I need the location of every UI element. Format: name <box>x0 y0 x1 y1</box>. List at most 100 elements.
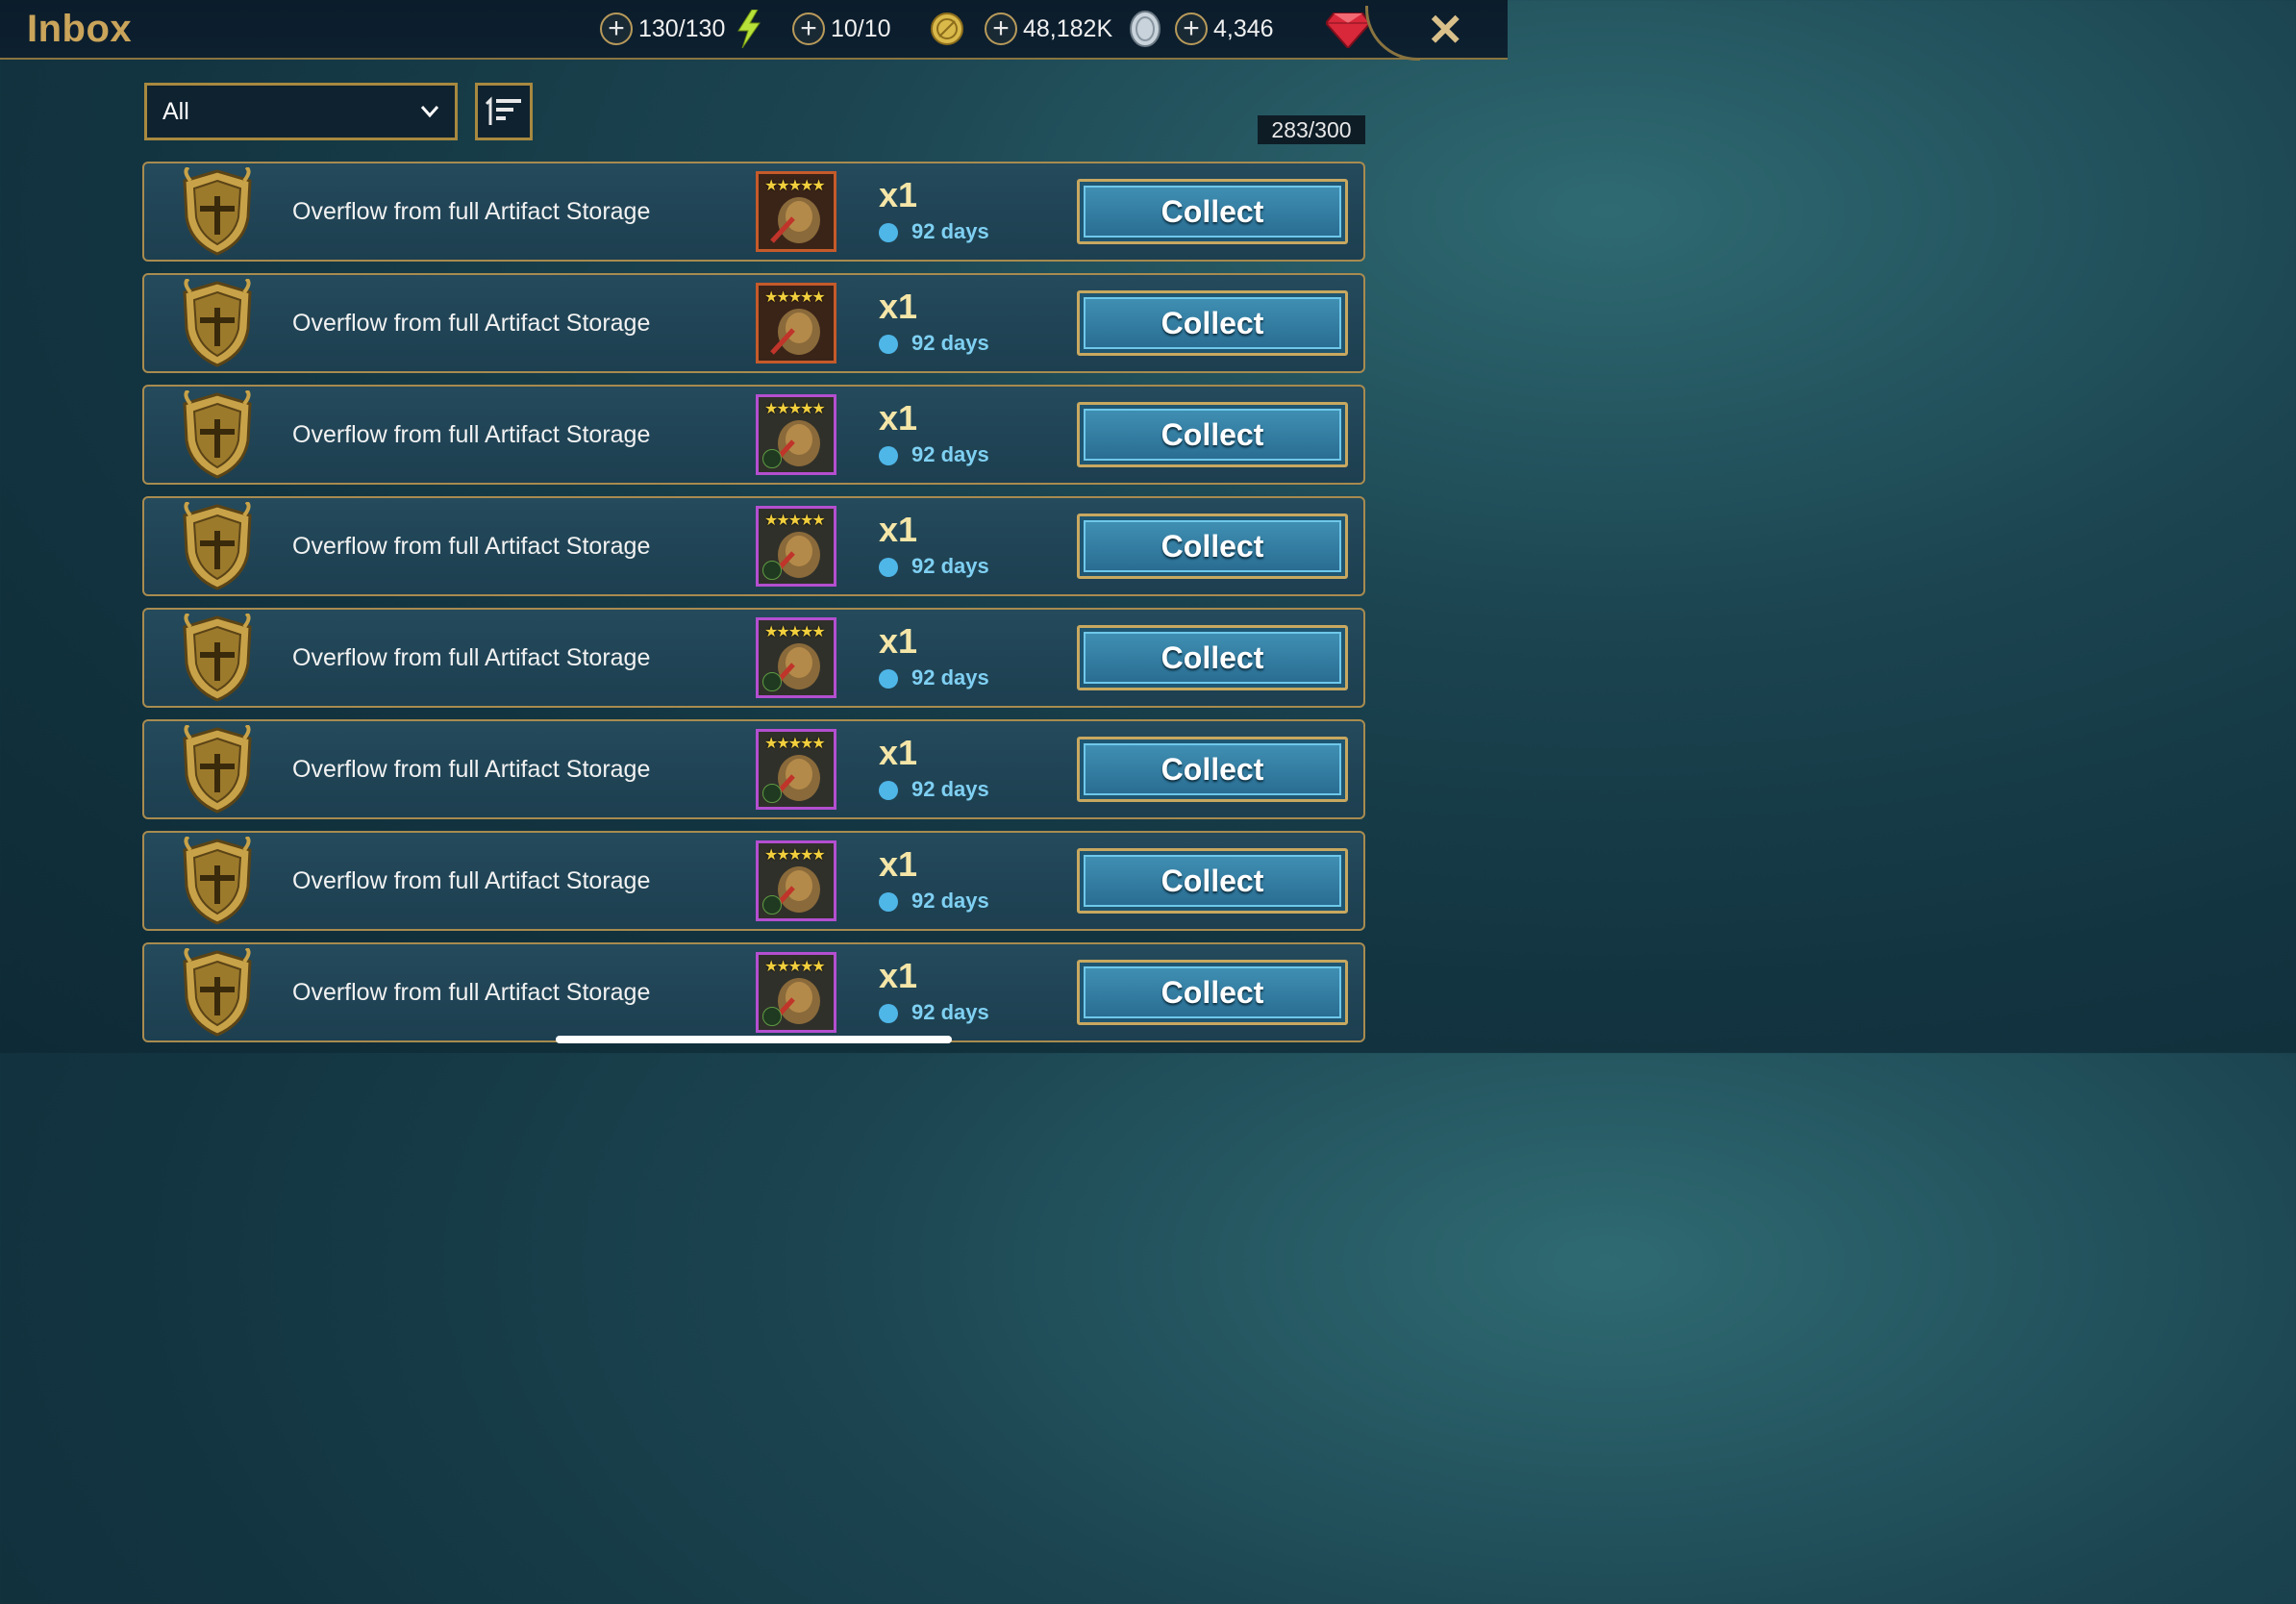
reward-quantity: x1 <box>879 510 918 549</box>
shield-helmet-icon <box>183 279 252 367</box>
add-energy-button[interactable]: + <box>600 13 633 45</box>
expiry-time: 92 days <box>911 554 989 578</box>
artifact-thumbnail[interactable]: ★★★★★ <box>756 394 836 475</box>
page-title: Inbox <box>27 8 133 50</box>
shield-helmet-icon <box>183 390 252 479</box>
artifact-thumbnail[interactable]: ★★★★★ <box>756 729 836 810</box>
arena-tokens-resource[interactable]: + 10/10 <box>792 10 964 48</box>
close-button[interactable]: ✕ <box>1427 4 1464 56</box>
shield-helmet-icon <box>183 948 252 1037</box>
message-row: Overflow from full Artifact Storage ★★★★… <box>142 273 1365 373</box>
artifact-thumbnail[interactable]: ★★★★★ <box>756 617 836 698</box>
message-text: Overflow from full Artifact Storage <box>292 756 651 783</box>
reward-quantity: x1 <box>879 287 918 326</box>
silver-coin-icon <box>1130 11 1161 47</box>
message-row: Overflow from full Artifact Storage ★★★★… <box>142 942 1365 1042</box>
collect-button[interactable]: Collect <box>1077 737 1348 802</box>
shield-helmet-icon <box>183 614 252 702</box>
clock-icon <box>879 223 898 242</box>
clock-icon <box>879 892 898 912</box>
message-row: Overflow from full Artifact Storage ★★★★… <box>142 162 1365 262</box>
clock-icon <box>879 446 898 465</box>
expiry-time: 92 days <box>911 889 989 913</box>
collect-button-label: Collect <box>1084 520 1341 572</box>
sort-button[interactable] <box>475 83 533 140</box>
shield-helmet-icon <box>183 502 252 590</box>
reward-quantity: x1 <box>879 175 918 214</box>
leaf-set-icon <box>762 784 782 803</box>
message-row: Overflow from full Artifact Storage ★★★★… <box>142 496 1365 596</box>
filter-dropdown[interactable]: All <box>144 83 458 140</box>
leaf-set-icon <box>762 672 782 691</box>
top-bar: Inbox + 130/130 + 10/10 + 48,182K + 4,34… <box>0 0 1508 61</box>
message-text: Overflow from full Artifact Storage <box>292 421 651 448</box>
collect-button[interactable]: Collect <box>1077 960 1348 1025</box>
energy-resource[interactable]: + 130/130 <box>600 10 763 48</box>
expiry-time: 92 days <box>911 777 989 801</box>
shield-helmet-icon <box>183 837 252 925</box>
message-text: Overflow from full Artifact Storage <box>292 198 651 225</box>
collect-button[interactable]: Collect <box>1077 179 1348 244</box>
collect-button-label: Collect <box>1084 855 1341 907</box>
shield-helmet-icon <box>183 725 252 814</box>
collect-button-label: Collect <box>1084 743 1341 795</box>
silver-resource[interactable]: + 48,182K <box>985 10 1164 48</box>
message-text: Overflow from full Artifact Storage <box>292 533 651 560</box>
collect-button[interactable]: Collect <box>1077 290 1348 356</box>
shield-helmet-icon <box>183 167 252 256</box>
collect-button[interactable]: Collect <box>1077 514 1348 579</box>
artifact-thumbnail[interactable]: ★★★★★ <box>756 506 836 587</box>
header-ornament <box>1365 6 1420 61</box>
reward-quantity: x1 <box>879 398 918 438</box>
clock-icon <box>879 335 898 354</box>
artifact-thumbnail[interactable]: ★★★★★ <box>756 283 836 363</box>
collect-button-label: Collect <box>1084 297 1341 349</box>
arena-tokens-value: 10/10 <box>831 14 891 42</box>
artifact-stars: ★★★★★ <box>764 736 826 752</box>
sort-icon <box>485 96 521 125</box>
artifact-stars: ★★★★★ <box>764 624 826 640</box>
artifact-stars: ★★★★★ <box>764 847 826 864</box>
lightning-icon <box>737 10 761 48</box>
expiry-time: 92 days <box>911 331 989 355</box>
collect-button[interactable]: Collect <box>1077 402 1348 467</box>
add-gems-button[interactable]: + <box>1175 13 1208 45</box>
artifact-stars: ★★★★★ <box>764 289 826 306</box>
collect-button-label: Collect <box>1084 966 1341 1018</box>
clock-icon <box>879 669 898 689</box>
reward-quantity: x1 <box>879 844 918 884</box>
message-row: Overflow from full Artifact Storage ★★★★… <box>142 831 1365 931</box>
collect-button-label: Collect <box>1084 409 1341 461</box>
message-text: Overflow from full Artifact Storage <box>292 979 651 1006</box>
artifact-stars: ★★★★★ <box>764 401 826 417</box>
artifact-stars: ★★★★★ <box>764 513 826 529</box>
ruby-gem-icon <box>1325 13 1370 48</box>
add-silver-button[interactable]: + <box>985 13 1017 45</box>
artifact-thumbnail[interactable]: ★★★★★ <box>756 952 836 1033</box>
collect-button[interactable]: Collect <box>1077 625 1348 690</box>
artifact-thumbnail[interactable]: ★★★★★ <box>756 171 836 252</box>
expiry-time: 92 days <box>911 665 989 689</box>
gems-resource[interactable]: + 4,346 <box>1175 10 1370 48</box>
gems-value: 4,346 <box>1213 14 1274 42</box>
leaf-set-icon <box>762 895 782 915</box>
reward-quantity: x1 <box>879 733 918 772</box>
leaf-set-icon <box>762 561 782 580</box>
artifact-thumbnail[interactable]: ★★★★★ <box>756 840 836 921</box>
message-row: Overflow from full Artifact Storage ★★★★… <box>142 385 1365 485</box>
message-text: Overflow from full Artifact Storage <box>292 867 651 894</box>
expiry-time: 92 days <box>911 442 989 466</box>
reward-quantity: x1 <box>879 621 918 661</box>
silver-value: 48,182K <box>1023 14 1113 42</box>
artifact-stars: ★★★★★ <box>764 959 826 975</box>
home-indicator[interactable] <box>556 1036 952 1043</box>
clock-icon <box>879 558 898 577</box>
add-arena-tokens-button[interactable]: + <box>792 13 825 45</box>
energy-value: 130/130 <box>638 14 726 42</box>
filter-selected-value: All <box>162 97 189 125</box>
message-list: Overflow from full Artifact Storage ★★★★… <box>142 162 1365 1054</box>
collect-button-label: Collect <box>1084 632 1341 684</box>
message-row: Overflow from full Artifact Storage ★★★★… <box>142 608 1365 708</box>
expiry-time: 92 days <box>911 1000 989 1024</box>
collect-button[interactable]: Collect <box>1077 848 1348 914</box>
